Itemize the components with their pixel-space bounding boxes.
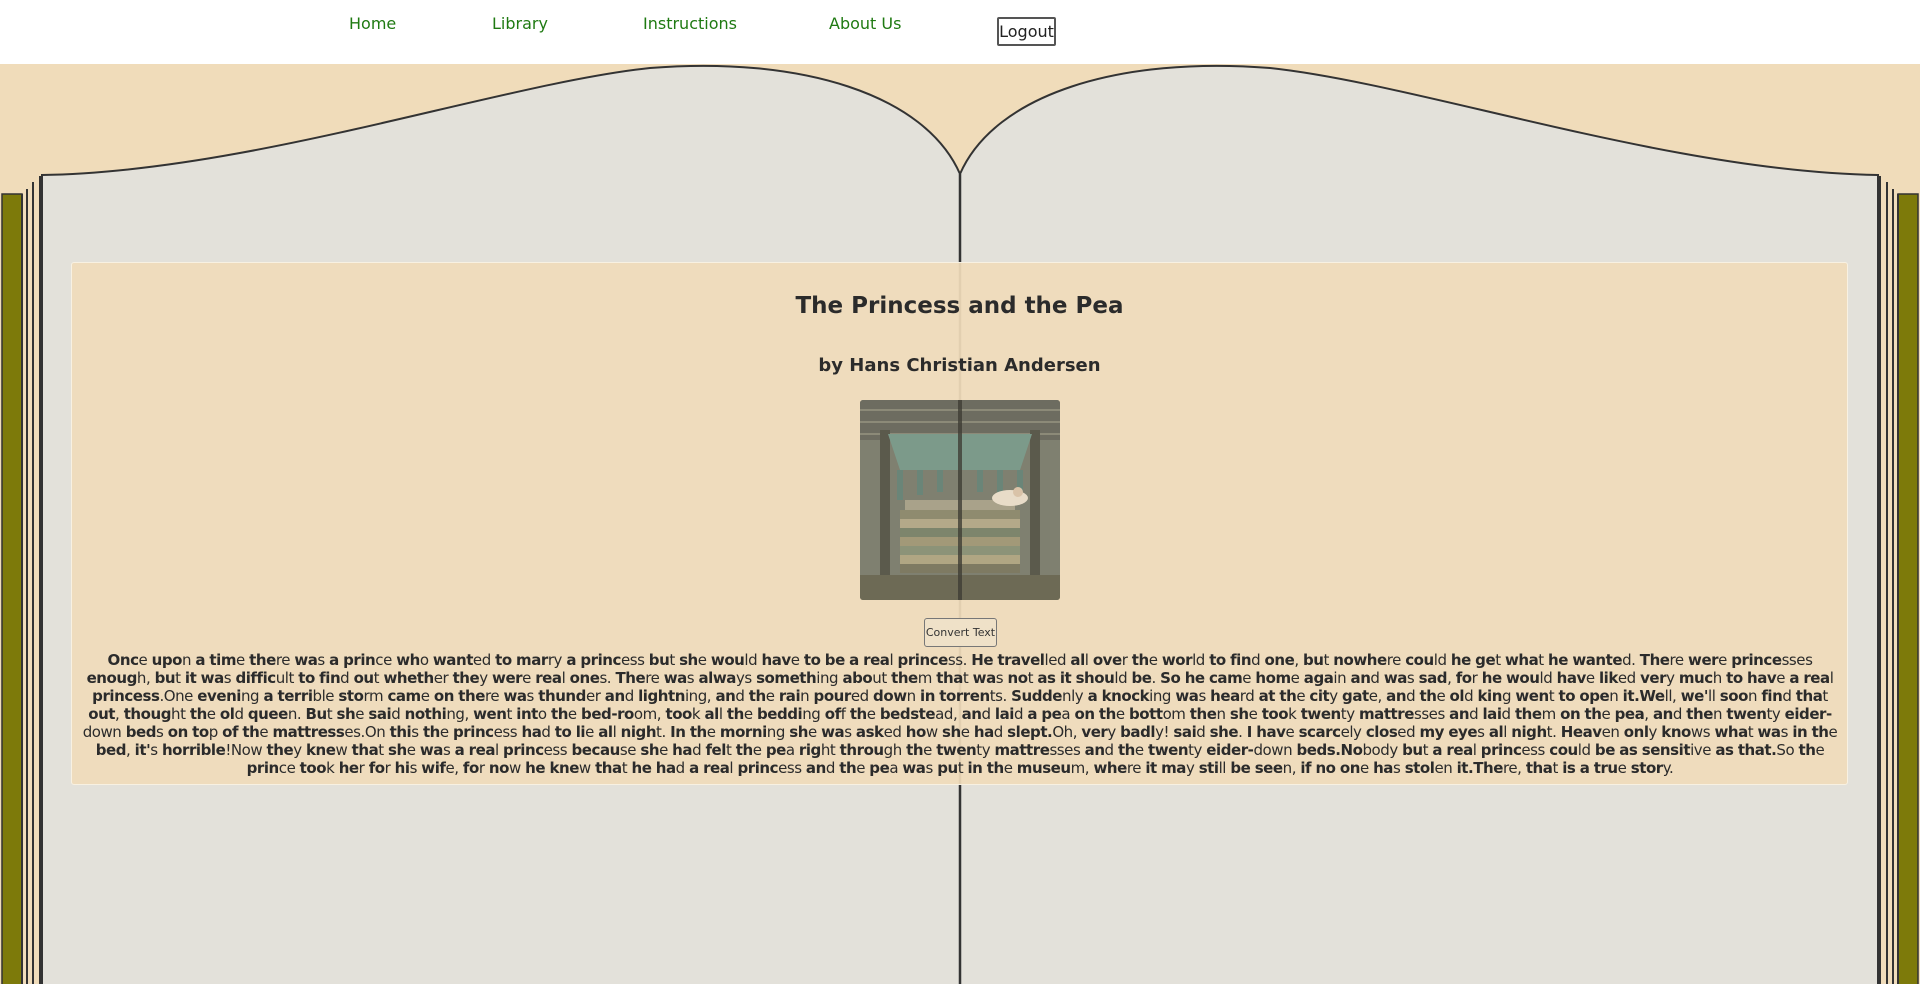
nav-about-link[interactable]: About Us: [829, 14, 901, 33]
logout-button[interactable]: Logout: [997, 17, 1056, 46]
nav-instructions-link[interactable]: Instructions: [643, 14, 737, 33]
nav-home-link[interactable]: Home: [349, 14, 396, 33]
story-author: by Hans Christian Andersen: [818, 355, 1101, 376]
story-title: The Princess and the Pea: [795, 293, 1124, 319]
convert-text-button[interactable]: Convert Text: [924, 618, 997, 647]
nav-library-link[interactable]: Library: [492, 14, 548, 33]
canopy-bed-illustration: [860, 400, 1060, 600]
story-panel: The Princess and the Pea by Hans Christi…: [71, 262, 1848, 785]
top-navbar: Home Library Instructions About Us Logou…: [0, 0, 1920, 64]
story-text: Once upon a time there was a prince who …: [82, 651, 1838, 777]
